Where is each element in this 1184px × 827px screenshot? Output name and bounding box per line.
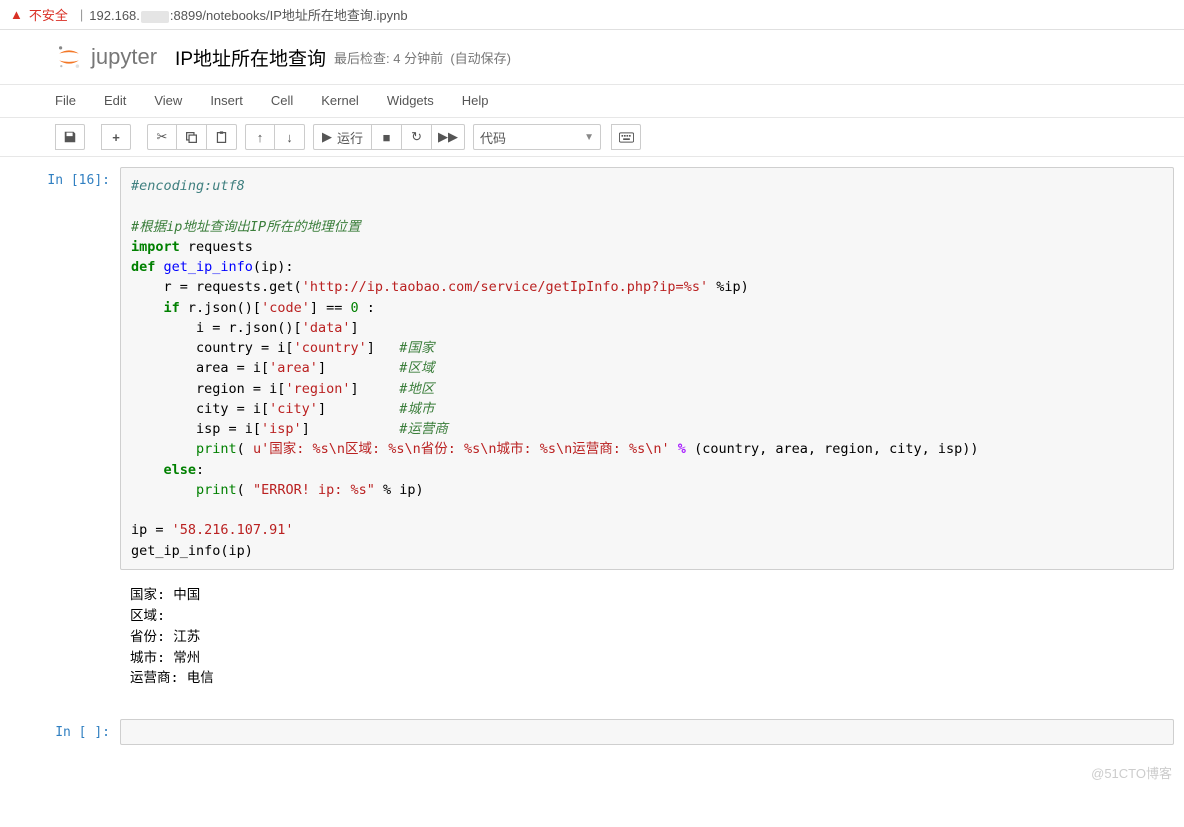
menu-widgets[interactable]: Widgets: [373, 85, 448, 117]
menu-help[interactable]: Help: [448, 85, 503, 117]
output-text: 国家: 中国 区域: 省份: 江苏 城市: 常州 运营商: 电信: [120, 575, 1174, 690]
toolbar: + ✂ ↑ ↓ ▶运行 ■ ↻ ▶▶ 代码 ▼: [0, 118, 1184, 157]
copy-icon: [185, 131, 198, 144]
warning-icon: ▲: [10, 7, 23, 22]
scissors-icon: ✂: [157, 129, 168, 145]
restart-run-all-button[interactable]: ▶▶: [432, 124, 465, 150]
not-secure-label: 不安全: [29, 5, 68, 24]
jupyter-logo[interactable]: jupyter: [55, 43, 157, 71]
cut-button[interactable]: ✂: [147, 124, 177, 150]
output-prompt: [0, 575, 120, 690]
watermark-text: @51CTO博客: [1091, 763, 1172, 782]
input-prompt: In [16]:: [0, 167, 120, 570]
copy-button[interactable]: [177, 124, 207, 150]
input-prompt-empty: In [ ]:: [0, 719, 120, 745]
menu-file[interactable]: File: [55, 85, 90, 117]
arrow-up-icon: ↑: [257, 130, 264, 145]
menu-kernel[interactable]: Kernel: [307, 85, 373, 117]
logo-text: jupyter: [91, 44, 157, 70]
menu-edit[interactable]: Edit: [90, 85, 140, 117]
arrow-down-icon: ↓: [286, 130, 293, 145]
fast-forward-icon: ▶▶: [438, 129, 458, 145]
command-palette-button[interactable]: [611, 124, 641, 150]
stop-icon: ■: [383, 130, 391, 145]
menu-insert[interactable]: Insert: [196, 85, 257, 117]
jupyter-icon: [55, 43, 83, 71]
restart-icon: ↻: [411, 129, 422, 145]
code-input-area[interactable]: #encoding:utf8 #根据ip地址查询出IP所在的地理位置 impor…: [120, 167, 1174, 570]
notebook-container: In [16]: #encoding:utf8 #根据ip地址查询出IP所在的地…: [0, 157, 1184, 790]
paste-icon: [215, 131, 228, 144]
plus-icon: +: [112, 130, 120, 145]
redacted-segment: [141, 11, 169, 23]
code-input-area-empty[interactable]: [120, 719, 1174, 745]
restart-button[interactable]: ↻: [402, 124, 432, 150]
output-area: 国家: 中国 区域: 省份: 江苏 城市: 常州 运营商: 电信: [0, 575, 1184, 690]
paste-button[interactable]: [207, 124, 237, 150]
move-up-button[interactable]: ↑: [245, 124, 275, 150]
save-icon: [63, 130, 77, 144]
play-icon: ▶: [322, 129, 332, 145]
checkpoint-status: 最后检查: 4 分钟前 (自动保存): [334, 48, 511, 67]
notebook-header: jupyter IP地址所在地查询 最后检查: 4 分钟前 (自动保存): [0, 30, 1184, 85]
move-down-button[interactable]: ↓: [275, 124, 305, 150]
interrupt-button[interactable]: ■: [372, 124, 402, 150]
celltype-value: 代码: [480, 128, 506, 147]
chevron-down-icon: ▼: [584, 132, 594, 143]
menubar: File Edit View Insert Cell Kernel Widget…: [0, 85, 1184, 118]
separator: |: [80, 7, 83, 22]
code-cell-empty[interactable]: In [ ]:: [0, 719, 1184, 745]
keyboard-icon: [619, 132, 634, 143]
code-cell[interactable]: In [16]: #encoding:utf8 #根据ip地址查询出IP所在的地…: [0, 167, 1184, 570]
url-text[interactable]: 192.168.:8899/notebooks/IP地址所在地查询.ipynb: [89, 5, 407, 24]
browser-address-bar: ▲ 不安全 | 192.168.:8899/notebooks/IP地址所在地查…: [0, 0, 1184, 30]
notebook-name[interactable]: IP地址所在地查询: [175, 44, 326, 71]
run-button[interactable]: ▶运行: [313, 124, 372, 150]
insert-cell-button[interactable]: +: [101, 124, 131, 150]
celltype-select[interactable]: 代码 ▼: [473, 124, 601, 150]
menu-view[interactable]: View: [140, 85, 196, 117]
save-button[interactable]: [55, 124, 85, 150]
menu-cell[interactable]: Cell: [257, 85, 307, 117]
